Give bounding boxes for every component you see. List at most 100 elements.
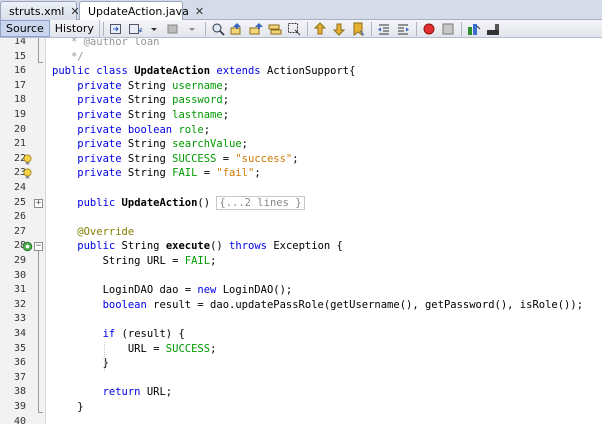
line-number: 29	[13, 255, 26, 266]
code-line[interactable]: if (result) {	[46, 327, 602, 342]
code-token: =	[197, 167, 217, 180]
hint-lightbulb-icon[interactable]	[22, 168, 33, 179]
comment-icon[interactable]	[486, 21, 501, 36]
find-next-icon[interactable]	[249, 21, 264, 36]
line-number: 26	[13, 211, 26, 223]
code-token: UpdateAction	[121, 196, 198, 209]
code-line[interactable]	[46, 181, 602, 196]
find-selection-icon[interactable]	[211, 21, 226, 36]
code-line[interactable]	[46, 312, 602, 327]
code-line[interactable]: */	[46, 50, 602, 65]
code-token: private	[52, 138, 128, 151]
forward-icon[interactable]	[166, 21, 181, 36]
code-editor[interactable]: 14 15 16 17 18 19 20 21 22 23 24 25 26 27 28 29 30 31 32 33…	[0, 38, 602, 424]
line-number: 25	[13, 196, 26, 208]
code-line[interactable]: private boolean role;	[46, 123, 602, 138]
code-line[interactable]: String URL = FAIL;	[46, 254, 602, 269]
source-view-toggle[interactable]: Source	[0, 20, 50, 37]
find-previous-icon[interactable]	[230, 21, 245, 36]
next-bookmark-icon[interactable]	[332, 21, 347, 36]
code-token: ()	[210, 240, 230, 253]
code-line[interactable]: private String lastname;	[46, 108, 602, 123]
hint-lightbulb-icon[interactable]	[22, 154, 33, 165]
collapse-fold-icon[interactable]: −	[34, 242, 43, 252]
toggle-rect-selection-icon[interactable]	[287, 21, 302, 36]
stop-macro-recording-icon[interactable]	[441, 21, 456, 36]
code-line[interactable]: private String username;	[46, 79, 602, 94]
back-icon[interactable]	[128, 21, 143, 36]
code-token: public	[52, 196, 122, 209]
code-token: result = dao.updatePassRole(getUsername(…	[153, 298, 584, 311]
toggle-highlight-icon[interactable]	[268, 21, 283, 36]
code-token: URL =	[52, 342, 166, 355]
start-macro-recording-icon[interactable]	[422, 21, 437, 36]
code-token: lastname	[172, 109, 223, 121]
tab-updateaction-java[interactable]: UpdateAction.java ✕	[79, 1, 204, 21]
close-tab-icon[interactable]: ✕	[195, 6, 204, 17]
code-line[interactable]: URL = SUCCESS;	[46, 342, 602, 357]
last-edit-icon[interactable]	[109, 21, 124, 36]
code-token: if	[52, 328, 122, 340]
code-line[interactable]: }	[46, 356, 602, 371]
code-line[interactable]: }	[46, 400, 602, 415]
code-token: Exception {	[273, 240, 343, 253]
code-token: role	[178, 123, 204, 136]
code-line[interactable]: @Override	[46, 225, 602, 240]
code-token: String	[127, 138, 173, 151]
line-number: 35	[13, 342, 26, 354]
code-line[interactable]: return URL;	[46, 385, 602, 400]
toolbar-separator	[415, 21, 417, 36]
override-method-icon[interactable]	[22, 241, 33, 252]
code-token: LoginDAO dao =	[52, 284, 198, 297]
expand-fold-icon[interactable]: +	[34, 198, 43, 208]
code-token: searchValue	[172, 138, 242, 151]
code-token: String	[127, 79, 173, 92]
code-line[interactable]: private String FAIL = "fail";	[46, 166, 602, 181]
fold-end-mark	[38, 412, 43, 413]
folded-code-hint[interactable]: {...2 lines }	[216, 195, 305, 210]
code-token: UpdateAction	[134, 65, 211, 78]
shift-right-icon[interactable]	[396, 21, 411, 36]
dropdown-icon[interactable]	[185, 21, 200, 36]
code-token: String URL =	[52, 255, 185, 267]
code-line[interactable]: private String SUCCESS = "success";	[46, 152, 602, 167]
code-area[interactable]: * @author loan */public class UpdateActi…	[46, 38, 602, 424]
line-number: 24	[13, 182, 26, 193]
code-line[interactable]: private String searchValue;	[46, 137, 602, 152]
code-token: ()	[197, 196, 217, 209]
code-token: boolean	[127, 123, 179, 136]
code-token: private	[52, 152, 128, 165]
code-line[interactable]: LoginDAO dao = new LoginDAO();	[46, 283, 602, 298]
line-number: 40	[13, 415, 26, 424]
tab-label: UpdateAction.java	[88, 5, 189, 18]
code-line[interactable]: public class UpdateAction extends Action…	[46, 64, 602, 79]
toolbar-separator	[204, 21, 206, 36]
code-line[interactable]	[46, 371, 602, 386]
code-token: ;	[222, 94, 230, 107]
code-line[interactable]	[46, 269, 602, 284]
code-line[interactable]: public String execute() throws Exception…	[46, 239, 602, 254]
code-token: LoginDAO();	[222, 284, 293, 297]
code-line[interactable]	[46, 415, 602, 424]
code-token: ;	[241, 138, 248, 151]
shift-left-icon[interactable]	[377, 21, 392, 36]
code-token: }	[52, 401, 84, 413]
toggle-bookmark-icon[interactable]	[351, 21, 366, 36]
previous-bookmark-icon[interactable]	[313, 21, 328, 36]
start-profiling-icon[interactable]	[467, 21, 482, 36]
code-token: "fail"	[216, 167, 255, 180]
history-view-toggle[interactable]: History	[50, 20, 100, 37]
code-line[interactable]: public UpdateAction() {...2 lines }	[46, 195, 602, 211]
dropdown-icon[interactable]	[147, 21, 162, 36]
line-number: 33	[13, 313, 26, 325]
code-line[interactable]: boolean result = dao.updatePassRole(getU…	[46, 298, 602, 313]
code-line[interactable]: private String password;	[46, 93, 602, 108]
line-number: 16	[13, 65, 26, 77]
code-token: =	[216, 152, 236, 165]
code-token: }	[52, 357, 109, 370]
code-token: ;	[222, 109, 230, 121]
code-line[interactable]	[46, 210, 602, 225]
code-line[interactable]: * @author loan	[46, 38, 602, 50]
fold-end-mark	[38, 61, 43, 63]
tab-struts-xml[interactable]: struts.xml ✕	[0, 1, 80, 20]
